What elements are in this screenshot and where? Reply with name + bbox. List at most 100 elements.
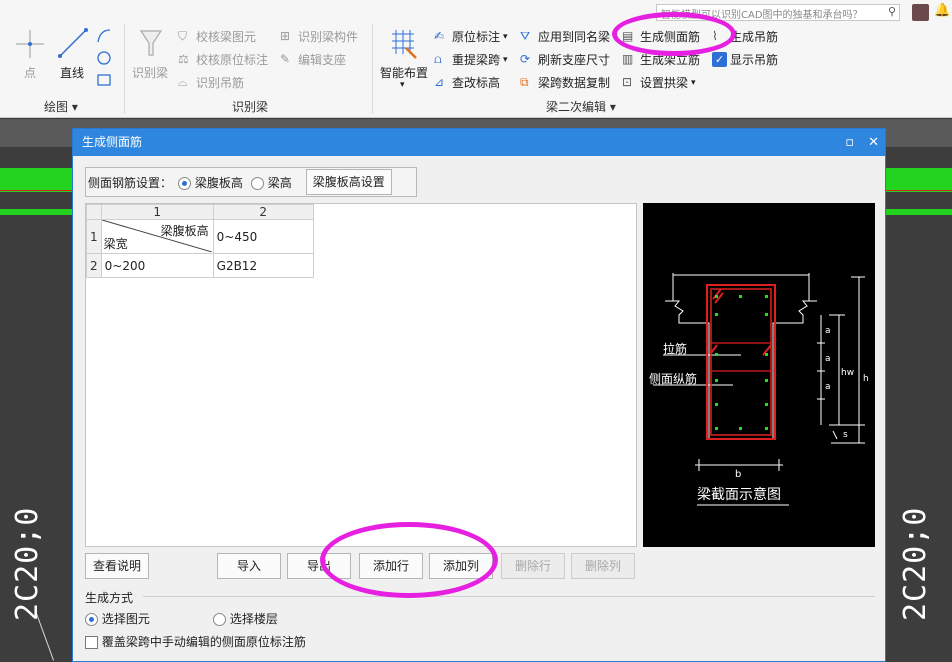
rectangle-icon[interactable] (96, 72, 112, 88)
side-rebar-icon: ▤ (622, 29, 634, 43)
cad-rebar-label-right: 2C20;0 (898, 506, 933, 621)
hanger-icon: ⌓ (178, 75, 188, 89)
search-placeholder: 智能模型可以识别CAD图中的独基和承台吗？ (661, 10, 863, 21)
gen-hanger-button[interactable]: ⌇ 生成吊筋 (712, 28, 778, 45)
bell-icon[interactable]: 🔔 (934, 3, 950, 18)
option-beam-height[interactable]: 梁高 (250, 174, 292, 191)
beam-edit-group-label[interactable]: 梁二次编辑 ▾ (546, 98, 616, 115)
tie-rebar-label: 拉筋 (663, 341, 687, 356)
gen-side-rebar-button[interactable]: ▤ 生成侧面筋 (622, 28, 700, 45)
dialog-title: 生成侧面筋 (82, 135, 143, 149)
show-hanger-checkbox[interactable]: ✓ 显示吊筋 (712, 51, 778, 68)
group-separator (124, 24, 125, 114)
close-icon[interactable]: ✕ (868, 129, 879, 156)
table-corner (86, 204, 102, 220)
dim-a-label: a (825, 382, 831, 392)
refresh-icon: ⟳ (520, 52, 531, 66)
recognize-beam-icon (139, 30, 163, 56)
gen-stirrup-rebar-button[interactable]: ▥ 生成架立筋 (622, 51, 700, 68)
row-header[interactable]: 1 (86, 219, 102, 254)
corner-bottom-label: 梁宽 (103, 237, 128, 251)
rebar-table: 1 2 1 梁腹板高 梁宽 0~450 2 0~200 G2B12 (86, 204, 314, 278)
table-cell[interactable]: G2B12 (212, 253, 314, 278)
radio-empty-icon (250, 176, 264, 190)
circle-icon[interactable] (96, 50, 112, 66)
user-avatar[interactable] (912, 4, 929, 21)
copy-span-data-button[interactable]: ⧉ 梁跨数据复制 (520, 74, 610, 91)
recognize-hanger-button[interactable]: ⌓ 识别吊筋 (178, 74, 244, 91)
elevation-icon: ⊿ (434, 75, 445, 89)
corner-top-label: 梁腹板高 (160, 224, 209, 238)
add-row-button[interactable]: 添加行 (359, 553, 423, 579)
check-beam-element-button[interactable]: ⛉ 校核梁图元 (178, 28, 256, 45)
edit-support-button[interactable]: ✎ 编辑支座 (280, 51, 346, 68)
web-height-setting-button[interactable]: 梁腹板高设置 (305, 169, 392, 195)
delete-column-button[interactable]: 删除列 (571, 553, 635, 579)
table-cell[interactable]: 0~450 (212, 219, 314, 254)
dim-a-label: a (825, 354, 831, 364)
side-long-rebar-label: 侧面纵筋 (649, 371, 697, 386)
draw-group-label[interactable]: 绘图 ▾ (44, 98, 78, 115)
line-button[interactable]: 直线 (60, 64, 84, 81)
beam-section-diagram: 拉筋 侧面纵筋 a a a hw h s b 梁截面示意图 (649, 273, 869, 506)
arch-icon: ⊡ (622, 75, 633, 89)
side-rebar-setting-bar: 侧面钢筋设置： 梁腹板高 梁高 梁腹板高设置 (85, 167, 417, 197)
span-icon: ⩍ (434, 52, 442, 66)
radio-empty-icon (213, 613, 226, 626)
search-input[interactable]: 智能模型可以识别CAD图中的独基和承台吗？ ⚲ (656, 4, 900, 21)
original-mark-button[interactable]: ✍ 原位标注 ▾ (434, 28, 508, 45)
arc-icon[interactable] (96, 28, 112, 44)
set-arch-button[interactable]: ⊡ 设置拱梁 ▾ (622, 74, 696, 91)
funnel-icon: ⛉ (178, 29, 188, 43)
rebar-table-area[interactable]: 1 2 1 梁腹板高 梁宽 0~450 2 0~200 G2B12 (85, 203, 637, 547)
delete-row-button[interactable]: 删除行 (501, 553, 565, 579)
gen-side-rebar-dialog: 生成侧面筋 ▫ ✕ 侧面钢筋设置： 梁腹板高 梁高 梁腹板高设置 1 2 1 梁… (72, 128, 886, 662)
re-extract-span-button[interactable]: ⩍ 重提梁跨 ▾ (434, 51, 508, 68)
option-select-element[interactable]: 选择图元 (85, 610, 150, 627)
section-caption: 梁截面示意图 (697, 486, 781, 503)
checkbox-icon (85, 636, 98, 649)
smart-layout-dropdown-icon[interactable]: ▾ (400, 80, 405, 90)
import-button[interactable]: 导入 (217, 553, 281, 579)
view-description-button[interactable]: 查看说明 (85, 553, 149, 579)
col-header[interactable]: 2 (212, 204, 314, 220)
member-icon: ⊞ (280, 29, 291, 43)
maximize-icon[interactable]: ▫ (845, 129, 854, 156)
overwrite-manual-checkbox[interactable]: 覆盖梁跨中手动编辑的侧面原位标注筋 (85, 633, 306, 650)
dim-a-label: a (825, 326, 831, 336)
point-button[interactable]: 点 (24, 64, 36, 81)
export-button[interactable]: 导出 (287, 553, 351, 579)
diagonal-header-cell[interactable]: 梁腹板高 梁宽 (100, 219, 214, 254)
search-icon[interactable]: ⚲ (888, 5, 896, 18)
group-separator (372, 24, 373, 114)
cad-rebar-label-left: 2C20;0 (10, 506, 45, 621)
option-web-height[interactable]: 梁腹板高 (178, 174, 243, 191)
section-divider (143, 596, 875, 597)
radio-selected-icon (178, 176, 192, 190)
smart-layout-icon (392, 30, 417, 59)
add-column-button[interactable]: 添加列 (429, 553, 493, 579)
stirrup-icon: ▥ (622, 52, 634, 66)
col-header[interactable]: 1 (100, 204, 214, 220)
dialog-title-bar[interactable]: 生成侧面筋 ▫ ✕ (73, 129, 885, 156)
pencil-icon: ✎ (280, 52, 291, 66)
hanger-gen-icon: ⌇ (712, 29, 718, 43)
beam-section-preview: 拉筋 侧面纵筋 a a a hw h s b 梁截面示意图 (643, 203, 875, 547)
table-cell[interactable]: 0~200 (100, 253, 214, 278)
option-select-floor[interactable]: 选择楼层 (213, 610, 278, 627)
line-icon (58, 28, 88, 58)
check-original-mark-button[interactable]: ⚖ 校核原位标注 (178, 51, 268, 68)
recognize-beam-button[interactable]: 识别梁 (132, 64, 168, 81)
mark-icon: ✍ (434, 29, 445, 43)
smart-layout-button[interactable]: 智能布置 (380, 64, 428, 81)
generation-method-label: 生成方式 (85, 591, 134, 605)
ribbon-toolbar: 智能模型可以识别CAD图中的独基和承台吗？ ⚲ 🔔 点 直线 绘图 ▾ 识别梁 … (0, 0, 952, 118)
dim-s-label: s (843, 430, 848, 440)
dim-b-label: b (735, 469, 741, 480)
check-elevation-button[interactable]: ⊿ 查改标高 (434, 74, 500, 91)
recognize-beam-member-button[interactable]: ⊞ 识别梁构件 (280, 28, 358, 45)
copy-icon: ⧉ (520, 75, 529, 89)
refresh-support-size-button[interactable]: ⟳ 刷新支座尺寸 (520, 51, 610, 68)
row-header[interactable]: 2 (86, 253, 102, 278)
apply-same-name-button[interactable]: ⛛ 应用到同名梁 (520, 28, 610, 45)
